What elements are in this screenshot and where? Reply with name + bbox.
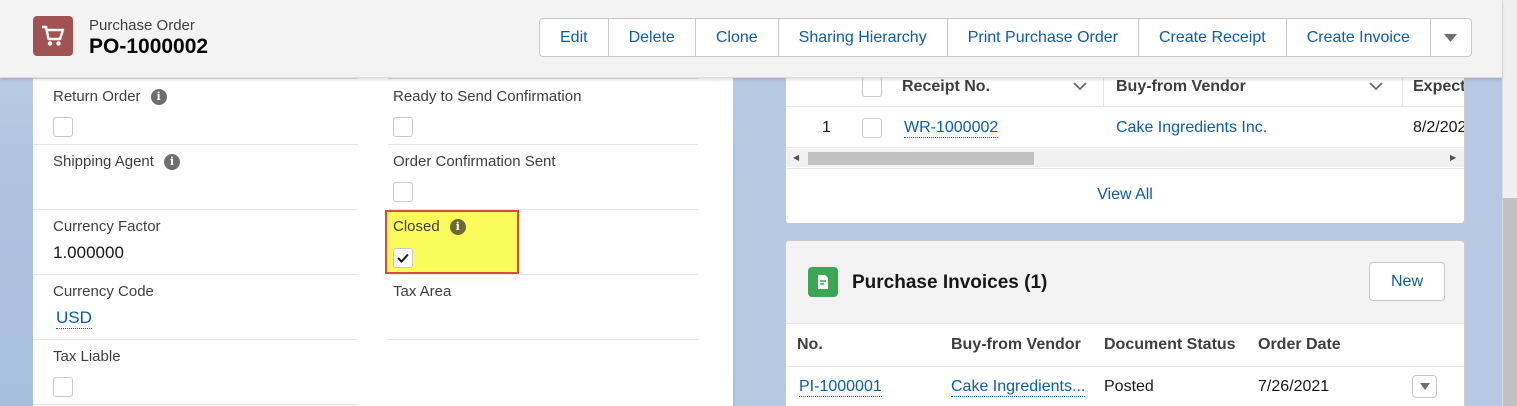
vendor-link[interactable]: Cake Ingredients Inc. [1116, 119, 1267, 137]
field-label: Currency Factor [53, 218, 161, 235]
card-title[interactable]: Purchase Invoices (1) [852, 272, 1047, 294]
field-currency-factor: Currency Factor 1.000000 [53, 218, 363, 263]
divider [388, 339, 698, 340]
row-actions-button[interactable] [1412, 375, 1437, 398]
info-icon[interactable]: i [449, 218, 466, 235]
more-actions-button[interactable] [1431, 19, 1471, 56]
record-title: PO-1000002 [89, 35, 209, 58]
column-header[interactable]: Order Date [1258, 336, 1341, 354]
purchase-invoices-card: Purchase Invoices (1) New No. Buy-from V… [785, 240, 1465, 406]
field-label: Tax Liable [53, 348, 121, 365]
field-label: Return Order [53, 88, 141, 105]
horizontal-scrollbar[interactable]: ◀ ▶ [786, 149, 1464, 167]
scroll-left-icon[interactable]: ◀ [793, 153, 799, 162]
divider [33, 209, 358, 210]
currency-code-link[interactable]: USD [56, 308, 92, 329]
field-tax-area: Tax Area [393, 283, 703, 300]
receipt-link[interactable]: WR-1000002 [904, 119, 999, 138]
row-number: 1 [822, 119, 831, 136]
create-invoice-button[interactable]: Create Invoice [1287, 19, 1431, 56]
cart-icon [33, 16, 73, 56]
clone-button[interactable]: Clone [696, 19, 779, 56]
column-header[interactable]: Receipt No. [902, 78, 990, 96]
invoice-link[interactable]: PI-1000001 [799, 378, 882, 397]
select-all-checkbox[interactable] [862, 77, 882, 97]
table-row: PI-1000001 Cake Ingredients... Posted 7/… [786, 367, 1464, 406]
divider [33, 78, 358, 79]
info-icon[interactable]: i [163, 153, 180, 170]
closed-field-highlight: Closed i [385, 210, 519, 274]
field-label: Currency Code [53, 283, 154, 300]
table-row: 1 WR-1000002 Cake Ingredients Inc. 8/2/2… [786, 108, 1464, 148]
info-icon[interactable]: i [150, 88, 167, 105]
expected-date: 8/2/202 [1413, 119, 1465, 136]
field-label: Shipping Agent [53, 153, 154, 170]
divider [388, 274, 698, 275]
chevron-down-icon [1419, 383, 1430, 390]
divider [33, 274, 358, 275]
order-confirmation-sent-checkbox[interactable] [393, 182, 413, 202]
field-shipping-agent: Shipping Agent i [53, 153, 363, 170]
field-label: Closed [393, 218, 440, 235]
field-ready-to-send-confirmation: Ready to Send Confirmation [393, 88, 703, 137]
new-invoice-button[interactable]: New [1369, 262, 1445, 301]
chevron-down-icon[interactable] [1369, 80, 1383, 94]
chevron-down-icon[interactable] [1073, 80, 1087, 94]
field-label: Ready to Send Confirmation [393, 88, 582, 105]
action-button-group: Edit Delete Clone Sharing Hierarchy Prin… [539, 18, 1472, 57]
page-scrollbar-thumb[interactable] [1503, 198, 1517, 406]
view-all-link[interactable]: View All [1097, 186, 1153, 203]
row-checkbox[interactable] [862, 118, 882, 138]
column-header[interactable]: Document Status [1104, 336, 1236, 354]
field-tax-liable: Tax Liable [53, 348, 363, 397]
column-header[interactable]: Buy-from Vendor [1116, 78, 1246, 96]
tax-liable-checkbox[interactable] [53, 377, 73, 397]
invoices-table: No. Buy-from Vendor Document Status Orde… [786, 323, 1464, 406]
scroll-right-icon[interactable]: ▶ [1450, 153, 1456, 162]
vendor-link[interactable]: Cake Ingredients... [951, 378, 1086, 397]
button-label: New [1390, 272, 1423, 290]
delete-button[interactable]: Delete [609, 19, 696, 56]
checkmark-icon [397, 253, 409, 263]
details-panel: Return Order i Ready to Send Confirmatio… [33, 78, 733, 406]
object-type-label: Purchase Order [89, 17, 195, 34]
field-label: Order Confirmation Sent [393, 153, 556, 170]
print-purchase-order-button[interactable]: Print Purchase Order [948, 19, 1139, 56]
field-label: Tax Area [393, 283, 452, 300]
divider [33, 339, 358, 340]
sharing-hierarchy-button[interactable]: Sharing Hierarchy [779, 19, 948, 56]
scrollbar-thumb[interactable] [808, 152, 1034, 165]
receipts-card: Receipt No. Buy-from Vendor Expecte 1 WR… [785, 60, 1465, 224]
divider [388, 78, 698, 79]
chevron-down-icon [1444, 33, 1458, 42]
create-receipt-button[interactable]: Create Receipt [1139, 19, 1287, 56]
column-header[interactable]: Expecte [1413, 78, 1464, 96]
closed-checkbox[interactable] [393, 248, 413, 268]
divider [388, 144, 698, 145]
field-return-order: Return Order i [53, 88, 363, 137]
return-order-checkbox[interactable] [53, 117, 73, 137]
record-header: Purchase Order PO-1000002 Edit Delete Cl… [0, 0, 1502, 78]
order-date: 7/26/2021 [1258, 378, 1330, 395]
divider [33, 404, 358, 405]
document-status: Posted [1104, 378, 1154, 395]
edit-button[interactable]: Edit [540, 19, 609, 56]
currency-factor-value: 1.000000 [53, 243, 124, 262]
divider [33, 144, 358, 145]
column-header[interactable]: Buy-from Vendor [951, 336, 1081, 354]
invoice-icon [808, 267, 838, 297]
ready-to-send-checkbox[interactable] [393, 117, 413, 137]
field-currency-code: Currency Code USD [53, 283, 363, 329]
field-order-confirmation-sent: Order Confirmation Sent [393, 153, 703, 202]
column-header[interactable]: No. [797, 336, 823, 354]
